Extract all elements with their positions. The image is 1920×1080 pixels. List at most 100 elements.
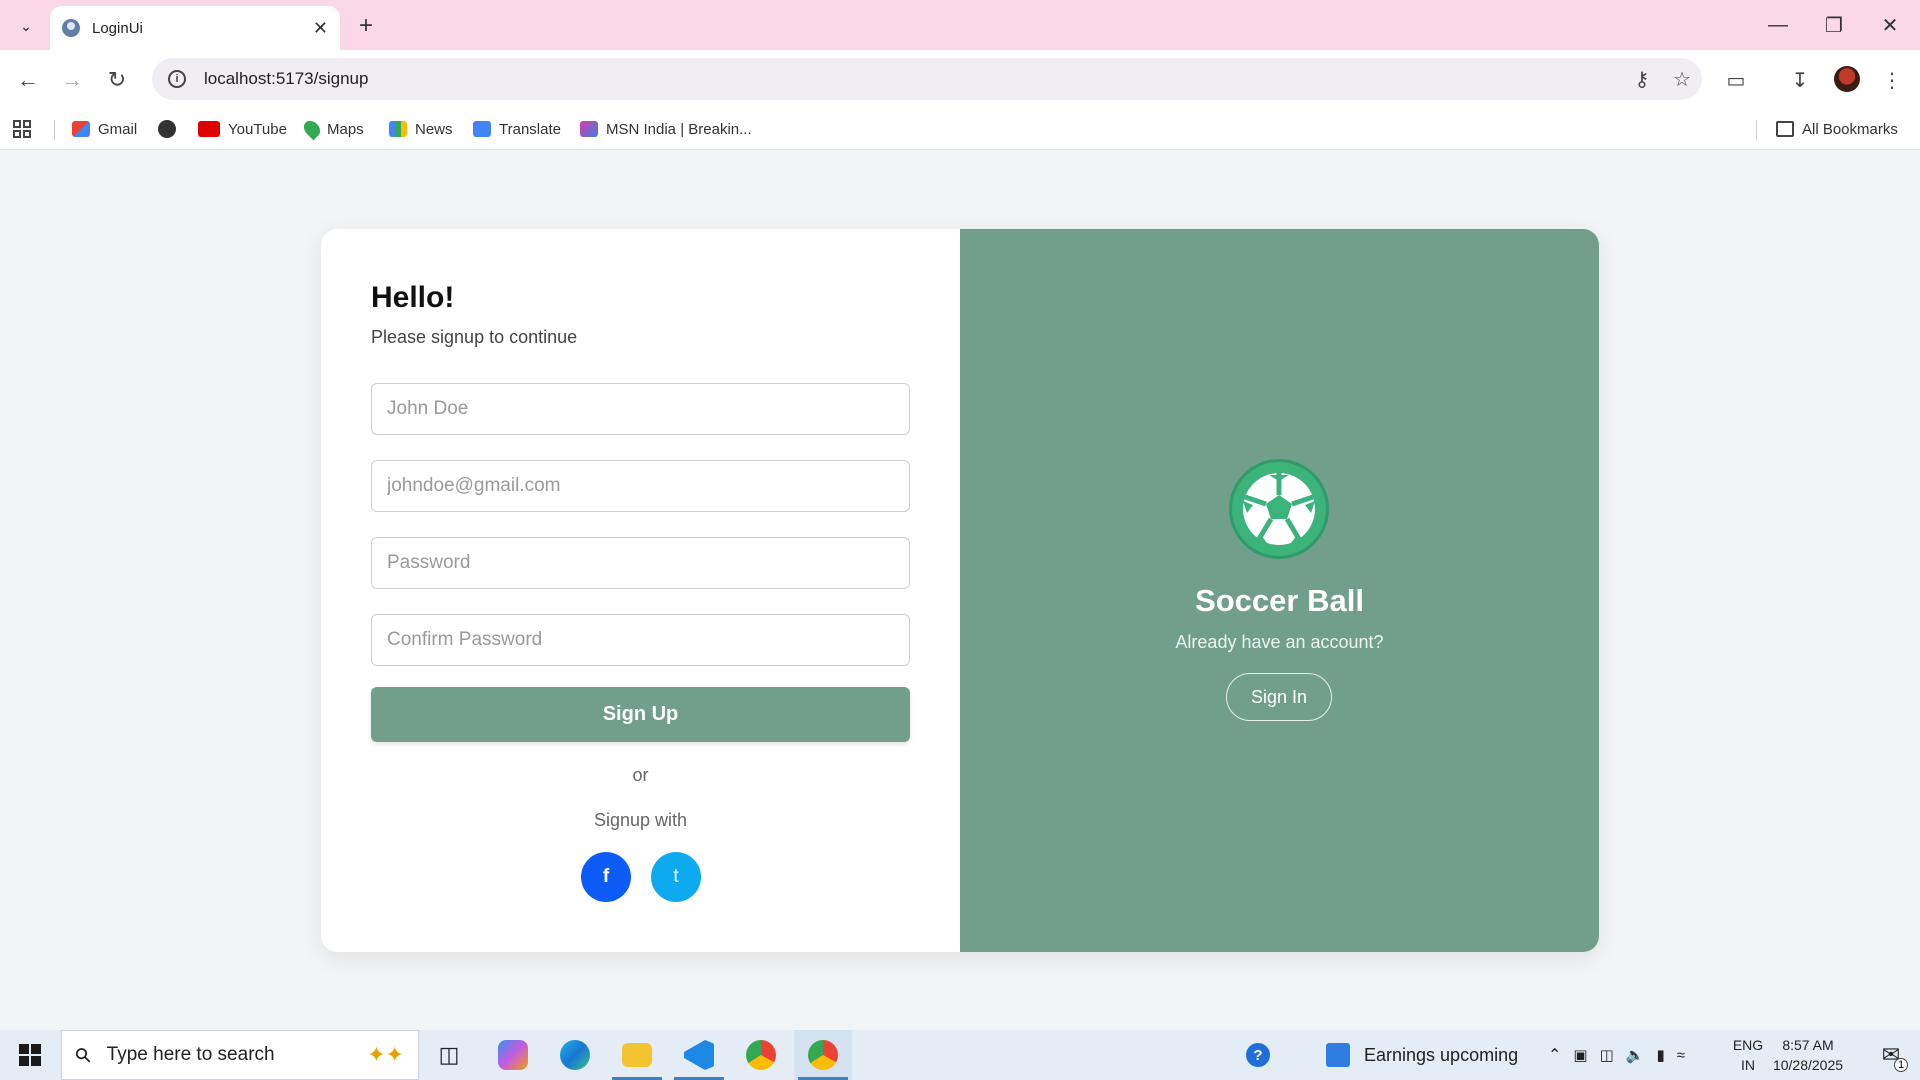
windows-taskbar: ⚲ Type here to search ✦✦ ◫ ? Earnings up… bbox=[0, 1030, 1920, 1080]
signup-card: Hello! Please signup to continue Sign Up… bbox=[321, 229, 1599, 952]
help-button[interactable]: ? bbox=[1238, 1030, 1278, 1080]
restore-button[interactable]: ❐ bbox=[1806, 8, 1862, 42]
all-bookmarks-label: All Bookmarks bbox=[1802, 120, 1898, 138]
facebook-signup-button[interactable]: f bbox=[581, 852, 631, 902]
bookmark-label: YouTube bbox=[228, 120, 287, 138]
widgets-button[interactable]: Earnings upcoming bbox=[1326, 1030, 1518, 1080]
chrome-button[interactable] bbox=[732, 1030, 790, 1080]
bookmark-msn[interactable]: MSN India | Breakin... bbox=[580, 116, 752, 142]
chrome-profile-button[interactable] bbox=[794, 1030, 852, 1080]
globe-icon bbox=[158, 120, 176, 138]
back-button[interactable]: ← bbox=[12, 64, 44, 96]
soccer-ball-icon bbox=[1229, 459, 1329, 559]
battery-icon[interactable]: ▮ bbox=[1656, 1046, 1664, 1064]
brand-panel: Soccer Ball Already have an account? Sig… bbox=[960, 229, 1599, 952]
new-tab-button[interactable]: + bbox=[350, 10, 382, 42]
search-icon: ⚲ bbox=[70, 1042, 97, 1069]
bookmark-youtube[interactable]: YouTube bbox=[198, 116, 287, 142]
close-window-button[interactable]: ✕ bbox=[1862, 8, 1918, 42]
minimize-button[interactable]: — bbox=[1750, 8, 1806, 42]
language-code: ENG bbox=[1732, 1037, 1764, 1053]
tab-title: LoginUi bbox=[92, 19, 143, 37]
bookmark-gmail[interactable]: Gmail bbox=[72, 116, 137, 142]
url-text[interactable]: localhost:5173/signup bbox=[204, 69, 1622, 89]
notification-center-button[interactable]: ✉ 1 bbox=[1862, 1030, 1920, 1080]
sign-up-button[interactable]: Sign Up bbox=[371, 687, 910, 742]
maps-icon bbox=[300, 117, 324, 141]
profile-avatar[interactable] bbox=[1834, 66, 1860, 92]
bookmark-label: Maps bbox=[327, 120, 364, 138]
bookmark-separator bbox=[1756, 120, 1757, 140]
reload-icon: ↻ bbox=[107, 67, 127, 92]
clock[interactable]: 8:57 AM 10/28/2025 bbox=[1768, 1035, 1848, 1075]
already-account-text: Already have an account? bbox=[1175, 632, 1384, 652]
edge-icon bbox=[560, 1040, 590, 1070]
youtube-icon bbox=[198, 121, 220, 137]
brand-name: Soccer Ball bbox=[1195, 583, 1364, 618]
edge-button[interactable] bbox=[546, 1030, 604, 1080]
search-placeholder: Type here to search bbox=[106, 1044, 275, 1065]
extensions-icon[interactable]: ▭ bbox=[1718, 64, 1754, 96]
more-menu-icon[interactable]: ⋮ bbox=[1874, 64, 1910, 96]
email-input[interactable] bbox=[371, 460, 910, 512]
or-divider: or bbox=[632, 765, 649, 785]
gmail-icon bbox=[72, 121, 90, 137]
bookmark-label: MSN India | Breakin... bbox=[606, 120, 752, 138]
bookmark-separator bbox=[54, 120, 55, 140]
password-key-icon[interactable]: ⚷ bbox=[1622, 67, 1662, 92]
stock-chart-icon bbox=[1326, 1043, 1350, 1067]
chevron-up-icon[interactable]: ⌃ bbox=[1548, 1045, 1561, 1065]
twitter-signup-button[interactable]: t bbox=[651, 852, 701, 902]
confirm-password-input[interactable] bbox=[371, 614, 910, 666]
all-bookmarks-button[interactable]: All Bookmarks bbox=[1776, 116, 1898, 142]
widget-text: Earnings upcoming bbox=[1364, 1044, 1519, 1065]
task-view-button[interactable]: ◫ bbox=[420, 1030, 478, 1080]
bookmark-globe[interactable] bbox=[158, 116, 184, 142]
bookmark-label: News bbox=[415, 120, 453, 138]
system-tray: ⌃ ▣ ◫ 🔈 ▮ ≈ bbox=[1548, 1030, 1685, 1080]
signup-with-label: Signup with bbox=[593, 810, 688, 830]
start-button[interactable] bbox=[0, 1030, 60, 1080]
wifi-icon[interactable]: ≈ bbox=[1677, 1047, 1685, 1064]
signup-form-panel: Hello! Please signup to continue Sign Up… bbox=[321, 229, 960, 952]
facebook-icon: f bbox=[602, 866, 610, 887]
clock-time: 8:57 AM bbox=[1782, 1037, 1834, 1053]
arrow-right-icon: → bbox=[61, 67, 83, 92]
site-info-icon[interactable]: i bbox=[168, 70, 186, 88]
network-status-icon[interactable]: ▣ bbox=[1573, 1046, 1587, 1064]
bookmark-maps[interactable]: Maps bbox=[300, 116, 364, 142]
vscode-button[interactable] bbox=[670, 1030, 728, 1080]
tab-search-button[interactable]: ⌄ bbox=[10, 10, 42, 42]
page-subtitle: Please signup to continue bbox=[371, 327, 578, 347]
browser-tab[interactable]: LoginUi ✕ bbox=[50, 6, 340, 50]
bookmarks-bar: Gmail YouTube Maps News Translate MSN In… bbox=[0, 108, 1920, 150]
volume-icon[interactable]: 🔈 bbox=[1626, 1046, 1645, 1064]
download-icon[interactable]: ↧ bbox=[1782, 64, 1818, 96]
clock-date: 10/28/2025 bbox=[1772, 1057, 1844, 1073]
language-indicator[interactable]: ENG IN bbox=[1728, 1035, 1768, 1075]
close-tab-icon[interactable]: ✕ bbox=[313, 18, 328, 39]
bookmark-translate[interactable]: Translate bbox=[473, 116, 561, 142]
address-bar[interactable]: i localhost:5173/signup ⚷ ☆ bbox=[152, 58, 1702, 100]
region-code: IN bbox=[1741, 1057, 1755, 1073]
sign-in-button[interactable]: Sign In bbox=[1226, 673, 1332, 721]
password-input[interactable] bbox=[371, 537, 910, 589]
msn-icon bbox=[580, 121, 598, 137]
file-explorer-button[interactable] bbox=[608, 1030, 666, 1080]
copilot-button[interactable] bbox=[484, 1030, 542, 1080]
bookmark-star-icon[interactable]: ☆ bbox=[1662, 67, 1702, 92]
folder-icon bbox=[1776, 121, 1794, 137]
apps-grid-icon[interactable] bbox=[12, 116, 32, 142]
twitter-icon: t bbox=[673, 866, 679, 887]
forward-button[interactable]: → bbox=[56, 64, 88, 96]
task-view-icon: ◫ bbox=[438, 1042, 460, 1067]
reload-button[interactable]: ↻ bbox=[101, 64, 133, 96]
chrome-icon bbox=[808, 1040, 838, 1070]
bookmark-label: Gmail bbox=[98, 120, 138, 138]
bookmark-news[interactable]: News bbox=[389, 116, 453, 142]
taskbar-search[interactable]: ⚲ Type here to search ✦✦ bbox=[61, 1030, 419, 1080]
news-icon bbox=[389, 121, 407, 137]
name-input[interactable] bbox=[371, 383, 910, 435]
meet-now-icon[interactable]: ◫ bbox=[1600, 1046, 1614, 1064]
browser-toolbar: ← → ↻ i localhost:5173/signup ⚷ ☆ ▭ ↧ ⋮ bbox=[0, 50, 1920, 108]
